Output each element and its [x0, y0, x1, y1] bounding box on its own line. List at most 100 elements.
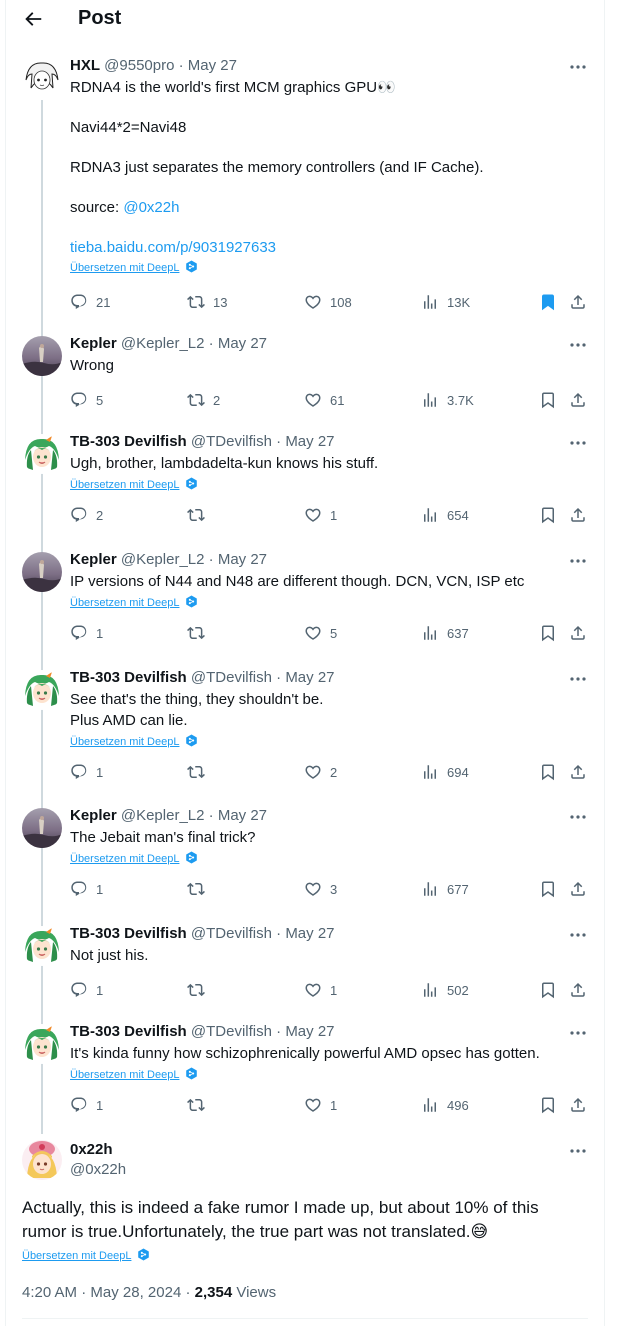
post-date[interactable]: May 28, 2024: [90, 1284, 181, 1301]
author-handle[interactable]: @9550pro: [104, 57, 174, 74]
more-icon[interactable]: [568, 1143, 588, 1159]
more-icon[interactable]: [568, 435, 588, 451]
like-button[interactable]: 61: [304, 388, 344, 412]
views-button[interactable]: 496: [421, 1093, 469, 1117]
bookmark-button[interactable]: [539, 1093, 557, 1117]
author-name[interactable]: 0x22h: [70, 1141, 113, 1158]
author-handle[interactable]: @Kepler_L2: [121, 335, 205, 352]
avatar[interactable]: [22, 670, 62, 710]
post-date[interactable]: May 27: [218, 807, 267, 824]
avatar[interactable]: [22, 58, 62, 98]
post-date[interactable]: May 27: [218, 335, 267, 352]
translate-link[interactable]: Übersetzen mit DeepL: [22, 1248, 150, 1263]
author-handle[interactable]: @Kepler_L2: [121, 551, 205, 568]
post-date[interactable]: May 27: [285, 1023, 334, 1040]
reply-button[interactable]: 1: [70, 978, 103, 1002]
share-button[interactable]: [569, 877, 587, 901]
reply-button[interactable]: 21: [70, 290, 110, 314]
repost-button[interactable]: [187, 760, 205, 784]
bookmark-button[interactable]: [539, 388, 557, 412]
author-name[interactable]: Kepler: [70, 335, 117, 352]
avatar[interactable]: [22, 552, 62, 592]
more-icon[interactable]: [568, 1025, 588, 1041]
post-date[interactable]: May 27: [285, 433, 334, 450]
views-button[interactable]: 502: [421, 978, 469, 1002]
views-button[interactable]: 637: [421, 621, 469, 645]
translate-link[interactable]: Übersetzen mit DeepL: [70, 734, 198, 749]
author-name[interactable]: TB-303 Devilfish: [70, 433, 187, 450]
post-date[interactable]: May 27: [218, 551, 267, 568]
author-name[interactable]: TB-303 Devilfish: [70, 925, 187, 942]
translate-link[interactable]: Übersetzen mit DeepL: [70, 851, 198, 866]
post-date[interactable]: May 27: [188, 57, 237, 74]
more-icon[interactable]: [568, 671, 588, 687]
reply-button[interactable]: 5: [70, 388, 103, 412]
translate-link[interactable]: Übersetzen mit DeepL: [70, 1067, 198, 1082]
more-icon[interactable]: [568, 809, 588, 825]
post-date[interactable]: May 27: [285, 669, 334, 686]
translate-link[interactable]: Übersetzen mit DeepL: [70, 595, 198, 610]
share-button[interactable]: [569, 388, 587, 412]
views-button[interactable]: 13K: [421, 290, 470, 314]
avatar[interactable]: [22, 336, 62, 376]
reply-button[interactable]: 1: [70, 877, 103, 901]
views-button[interactable]: 3.7K: [421, 388, 474, 412]
avatar[interactable]: [22, 1024, 62, 1064]
like-button[interactable]: 3: [304, 877, 337, 901]
author-handle[interactable]: @TDevilfish: [191, 433, 272, 450]
bookmark-button[interactable]: [539, 978, 557, 1002]
views-button[interactable]: 654: [421, 503, 469, 527]
avatar[interactable]: [22, 926, 62, 966]
share-button[interactable]: [569, 1093, 587, 1117]
translate-link[interactable]: Übersetzen mit DeepL: [70, 477, 198, 492]
repost-button[interactable]: 2: [187, 388, 220, 412]
bookmark-button[interactable]: [539, 290, 557, 314]
translate-link[interactable]: Übersetzen mit DeepL: [70, 260, 198, 275]
repost-button[interactable]: [187, 621, 205, 645]
share-button[interactable]: [569, 978, 587, 1002]
avatar[interactable]: [22, 434, 62, 474]
repost-button[interactable]: 13: [187, 290, 227, 314]
like-button[interactable]: 108: [304, 290, 352, 314]
share-button[interactable]: [569, 621, 587, 645]
author-name[interactable]: TB-303 Devilfish: [70, 1023, 187, 1040]
like-button[interactable]: 1: [304, 503, 337, 527]
author-handle[interactable]: @TDevilfish: [191, 1023, 272, 1040]
author-name[interactable]: TB-303 Devilfish: [70, 669, 187, 686]
reply-button[interactable]: 2: [70, 503, 103, 527]
share-button[interactable]: [569, 290, 587, 314]
bookmark-button[interactable]: [539, 877, 557, 901]
like-button[interactable]: 2: [304, 760, 337, 784]
more-icon[interactable]: [568, 927, 588, 943]
author-handle[interactable]: @TDevilfish: [191, 925, 272, 942]
like-button[interactable]: 1: [304, 1093, 337, 1117]
mention-link[interactable]: @0x22h: [123, 199, 179, 216]
like-button[interactable]: 1: [304, 978, 337, 1002]
reply-button[interactable]: 1: [70, 1093, 103, 1117]
avatar[interactable]: [22, 1140, 62, 1180]
bookmark-button[interactable]: [539, 760, 557, 784]
url-link[interactable]: tieba.baidu.com/p/9031927633: [70, 239, 276, 256]
repost-button[interactable]: [187, 503, 205, 527]
share-button[interactable]: [569, 760, 587, 784]
author-name[interactable]: HXL: [70, 57, 100, 74]
author-name[interactable]: Kepler: [70, 551, 117, 568]
views-button[interactable]: 694: [421, 760, 469, 784]
share-button[interactable]: [569, 503, 587, 527]
avatar[interactable]: [22, 808, 62, 848]
author-handle[interactable]: @0x22h: [70, 1161, 126, 1178]
author-handle[interactable]: @TDevilfish: [191, 669, 272, 686]
author-name[interactable]: Kepler: [70, 807, 117, 824]
repost-button[interactable]: [187, 978, 205, 1002]
bookmark-button[interactable]: [539, 621, 557, 645]
bookmark-button[interactable]: [539, 503, 557, 527]
views-button[interactable]: 677: [421, 877, 469, 901]
reply-button[interactable]: 1: [70, 621, 103, 645]
arrow-left-icon[interactable]: [22, 8, 44, 30]
more-icon[interactable]: [568, 59, 588, 75]
reply-button[interactable]: 1: [70, 760, 103, 784]
more-icon[interactable]: [568, 553, 588, 569]
like-button[interactable]: 5: [304, 621, 337, 645]
repost-button[interactable]: [187, 877, 205, 901]
more-icon[interactable]: [568, 337, 588, 353]
